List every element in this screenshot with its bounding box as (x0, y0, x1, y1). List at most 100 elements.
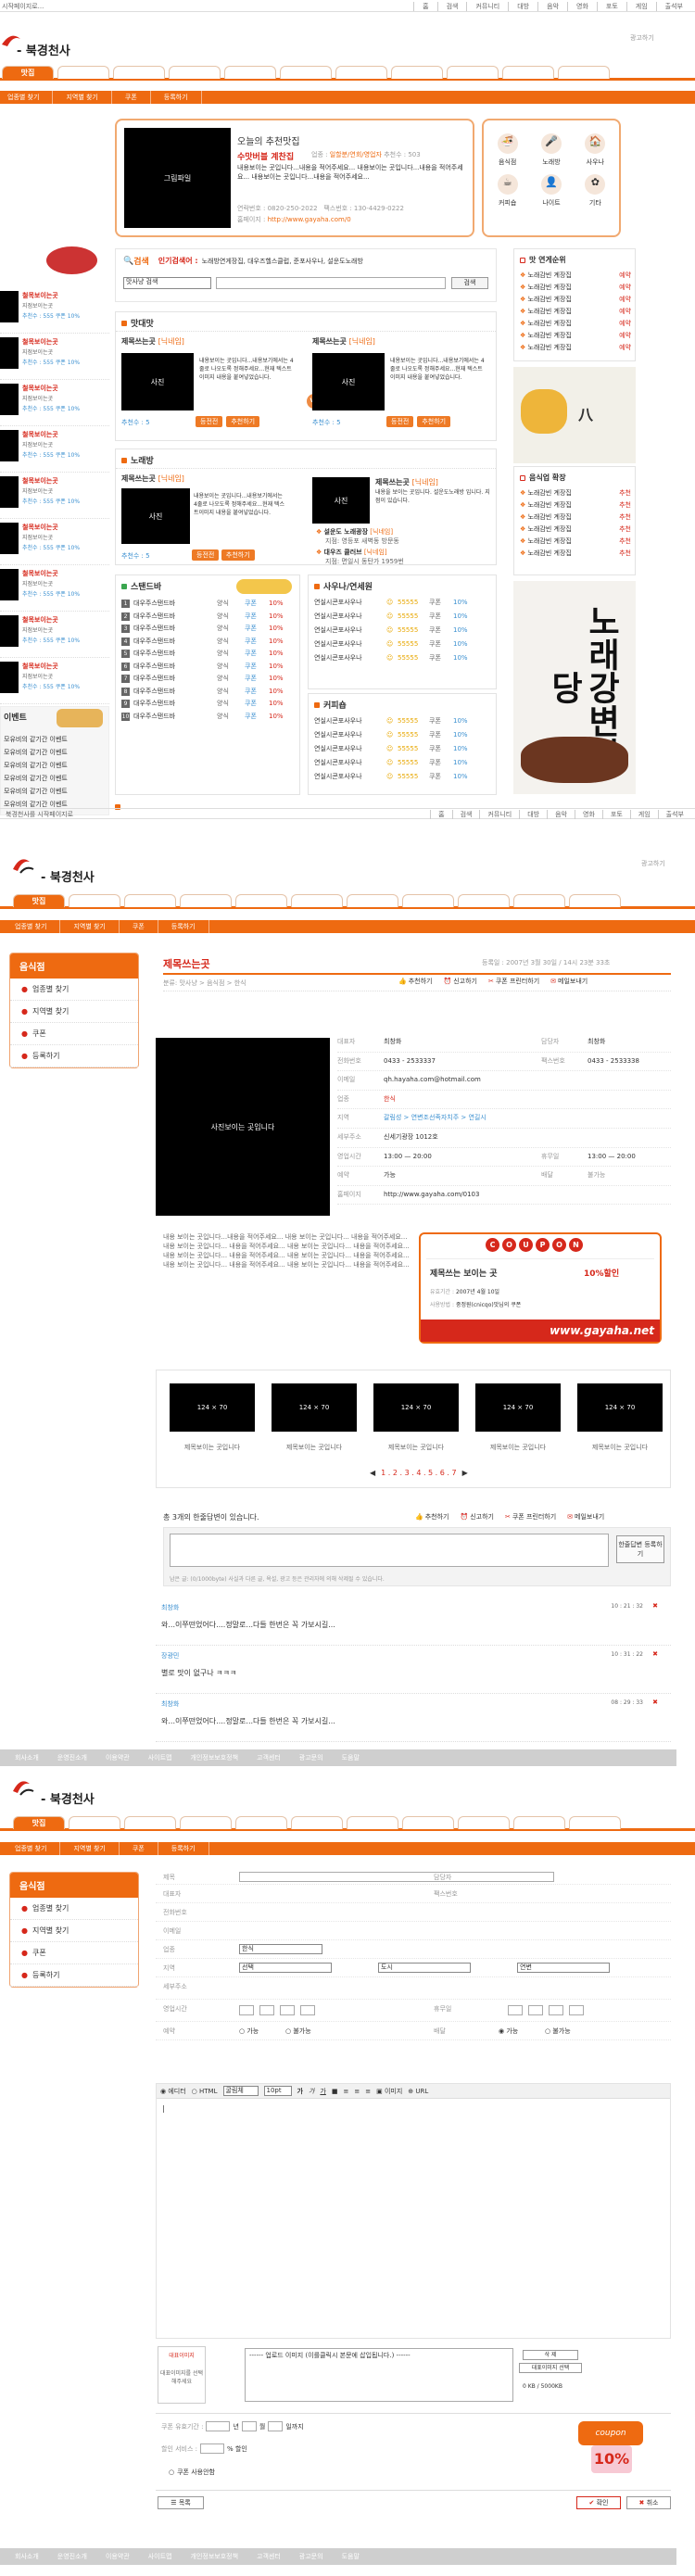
left-list-item[interactable]: 철목보이는곳 지점보이는곳 추천수 : 555 쿠폰 10% (0, 426, 109, 473)
category-noodle[interactable]: noodle-icon🍜음식점 (489, 133, 525, 167)
standbar-row[interactable]: 10 대우주스탠드바 양식 쿠폰 10% (121, 711, 296, 724)
footer-link[interactable]: 이용약관 (106, 1753, 130, 1762)
top-link[interactable]: 홈 (413, 2, 436, 11)
ranking-item[interactable]: ❖ 노래감빈 계장집 예약 (520, 342, 631, 354)
footer-link[interactable]: 사이트맵 (148, 1753, 172, 1762)
cafe-row[interactable]: 연실시콘포사우나 ☺ 55555 쿠폰 10% (314, 742, 492, 756)
tab-blank[interactable] (235, 1816, 287, 1829)
region-select[interactable]: 도시 (378, 1963, 471, 1973)
ranking-item[interactable]: ❖ 노래감빈 계장집 추천 (520, 536, 631, 548)
cafe-row[interactable]: 연실시콘포사우나 ☺ 55555 쿠폰 10% (314, 756, 492, 770)
standbar-row[interactable]: 3 대우주스탠드바 양식 쿠폰 10% (121, 623, 296, 636)
region-select[interactable]: 선택 (239, 1963, 332, 1973)
standbar-row[interactable]: 7 대우주스탠드바 양식 쿠폰 10% (121, 673, 296, 686)
cancel-button[interactable]: ✖ 취소 (626, 2496, 671, 2509)
size-select[interactable]: 10pt (263, 2086, 292, 2096)
subnav-category[interactable]: 업종별 찾기 (15, 920, 61, 933)
editor-cursor[interactable]: | (162, 2104, 165, 2113)
karaoke-view-button[interactable]: 등전전 (192, 549, 220, 561)
footer-link[interactable]: 홈 (430, 810, 451, 819)
action-coupon[interactable]: ✂ 쿠폰 프린터하기 (505, 1513, 556, 1521)
karaoke-card-photo[interactable]: 사진 (121, 488, 190, 544)
karaoke-right-title[interactable]: 제목쓰는곳 [닉네임] (375, 477, 438, 487)
event-item[interactable]: 모유비의 같기간 이벤트 (4, 733, 68, 746)
footer-link[interactable]: 영화 (575, 810, 602, 819)
detail-photo[interactable]: 사진보이는 곳입니다 (156, 1038, 330, 1216)
tab-blank[interactable] (169, 66, 221, 79)
hours-input[interactable] (239, 2005, 254, 2015)
ranking-item[interactable]: ❖ 노래감빈 계장집 예약 (520, 330, 631, 342)
recommend-homepage[interactable]: 홈페이지 : http://www.gayaha.com/0 (237, 215, 351, 224)
bold-icon[interactable]: 가 (297, 2087, 303, 2096)
action-mail[interactable]: ✉ 메일보내기 (550, 978, 588, 985)
holiday-input[interactable] (528, 2005, 543, 2015)
delete-icon[interactable]: ✖ (652, 1650, 658, 1658)
reservation-no-radio[interactable]: ○ 불가능 (285, 2027, 311, 2036)
subnav-register[interactable]: 등록하기 (171, 920, 209, 933)
tab-blank[interactable] (124, 894, 176, 907)
left-list-item[interactable]: 철목보이는곳 지점보이는곳 추천수 : 555 쿠폰 10% (0, 658, 109, 704)
food-card-photo[interactable]: 사진 (312, 353, 385, 410)
align-center-icon[interactable]: ≡ (354, 2088, 360, 2095)
html-mode-radio[interactable]: ○ HTML (192, 2088, 218, 2095)
tab-blank[interactable] (291, 1816, 343, 1829)
ranking-item[interactable]: ❖ 노래감빈 계장집 예약 (520, 294, 631, 306)
top-link[interactable]: 음악 (537, 2, 567, 11)
big-promo-banner[interactable]: 노래강변식당 (513, 581, 636, 794)
hours-input[interactable] (259, 2005, 274, 2015)
karaoke-card-title[interactable]: 제목쓰는곳 [닉네임] (121, 474, 184, 484)
ranking-item[interactable]: ❖ 노래감빈 계장집 추천 (520, 548, 631, 560)
ranking-item[interactable]: ❖ 노래감빈 계장집 예약 (520, 306, 631, 318)
left-menu-item[interactable]: ● 등록하기 (10, 1964, 138, 1987)
sauna-row[interactable]: 연실시콘포사우나 ☺ 55555 쿠폰 10% (314, 596, 492, 610)
tab-blank[interactable] (402, 894, 454, 907)
food-card-title[interactable]: 제목쓰는곳 [닉네임] (312, 336, 375, 347)
food-card-photo[interactable]: 사진 (121, 353, 194, 410)
upload-list[interactable]: ------ 업로드 이미지 (이를클릭시 본문에 삽입됩니다.) ------ (245, 2348, 513, 2402)
image-insert-button[interactable]: ▣ 이미지 (376, 2087, 402, 2096)
tab-blank[interactable] (391, 66, 443, 79)
coupon-day-input[interactable] (268, 2421, 284, 2431)
food-recommend-button[interactable]: 추천하기 (226, 416, 260, 427)
subnav-coupon[interactable]: 쿠폰 (133, 1842, 158, 1855)
recommend-photo[interactable]: 그림파일 (124, 128, 231, 228)
standbar-row[interactable]: 4 대우주스탠드바 양식 쿠폰 10% (121, 636, 296, 649)
footer-link[interactable]: 도움말 (342, 2552, 360, 2561)
action-mail[interactable]: ✉ 메일보내기 (567, 1513, 604, 1521)
tab-blank[interactable] (347, 1816, 398, 1829)
subnav-coupon[interactable]: 쿠폰 (133, 920, 158, 933)
tab-food[interactable]: 맛집 (2, 66, 54, 79)
coupon-month-input[interactable] (241, 2421, 257, 2431)
comment-user[interactable]: 최창화 (161, 1699, 179, 1709)
coupon-card[interactable]: COUPON 제목쓰는 보이는 곳 10%할인 유효기간 : 2007년 4월 … (419, 1232, 662, 1344)
sauna-row[interactable]: 연실시콘포사우나 ☺ 55555 쿠폰 10% (314, 610, 492, 624)
category-person[interactable]: person-icon👤나이트 (533, 174, 569, 208)
karaoke-recommend-button[interactable]: 추천하기 (221, 549, 255, 561)
hours-input[interactable] (280, 2005, 295, 2015)
delivery-yes-radio[interactable]: ◉ 가능 (499, 2027, 518, 2036)
top-link[interactable]: 출석부 (655, 2, 691, 11)
sauna-row[interactable]: 연실시콘포사우나 ☺ 55555 쿠폰 10% (314, 651, 492, 665)
main-image-select-button[interactable]: 대표이미지 선택 (519, 2363, 582, 2373)
left-menu-item[interactable]: ● 쿠폰 (10, 1942, 138, 1964)
tab-blank[interactable] (69, 1816, 120, 1829)
ranking-item[interactable]: ❖ 노래감빈 계장집 추천 (520, 499, 631, 511)
holiday-input[interactable] (549, 2005, 563, 2015)
align-left-icon[interactable]: ≡ (343, 2088, 348, 2095)
top-link[interactable]: 검색 (436, 2, 467, 11)
footer-link[interactable]: 운영진소개 (57, 1753, 87, 1762)
category-flower[interactable]: flower-icon✿기타 (577, 174, 613, 208)
subnav-region[interactable]: 지역별 찾기 (73, 920, 120, 933)
left-list-item[interactable]: 철목보이는곳 지점보이는곳 추천수 : 555 쿠폰 10% (0, 612, 109, 658)
karaoke-list-item[interactable]: ❖ 대우즈 클러브 [닉네임] 지점: 면일시 동탄가 1959번 (316, 548, 492, 566)
footer-link[interactable]: 출석부 (657, 810, 691, 819)
footer-link[interactable]: 회사소개 (15, 1753, 39, 1762)
left-menu-item[interactable]: ● 업종별 찾기 (10, 1898, 138, 1920)
coupon-discount-input[interactable] (200, 2443, 225, 2454)
category-coffee[interactable]: coffee-icon☕커피숍 (489, 174, 525, 208)
standbar-row[interactable]: 5 대우주스탠드바 양식 쿠폰 10% (121, 648, 296, 661)
tab-blank[interactable] (291, 894, 343, 907)
tab-blank[interactable] (458, 1816, 510, 1829)
action-alarm[interactable]: ⏰ 신고하기 (460, 1513, 493, 1521)
food-view-button[interactable]: 등전전 (386, 416, 414, 427)
